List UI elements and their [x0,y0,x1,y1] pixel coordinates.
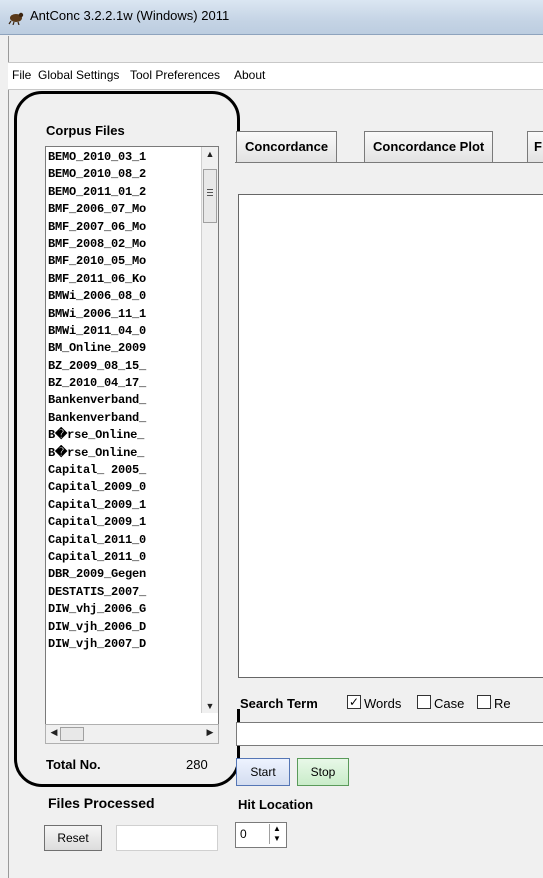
search-term-input[interactable] [236,722,543,746]
hit-location-spinner[interactable]: 0 ▲ ▼ [235,822,287,848]
start-button[interactable]: Start [236,758,290,786]
concordance-results-pane[interactable] [238,194,543,678]
regex-checkbox[interactable] [477,695,491,709]
annotation-highlight-frame [14,91,240,787]
spinner-arrows-icon[interactable]: ▲ ▼ [269,824,284,844]
regex-checkbox-label: Re [494,696,511,711]
hit-location-label: Hit Location [238,797,314,812]
reset-button[interactable]: Reset [44,825,102,851]
hit-location-value: 0 [240,827,247,841]
words-checkbox-label: Words [364,696,402,711]
words-checkbox[interactable]: ✓ [347,695,361,709]
menu-file[interactable]: File [12,68,31,82]
stop-button[interactable]: Stop [297,758,349,786]
files-processed-label: Files Processed [48,795,155,811]
search-term-label: Search Term [240,696,318,711]
files-processed-field [116,825,218,851]
antconc-app-icon [8,12,24,25]
tab-file-view[interactable]: F [527,131,543,162]
menu-global-settings[interactable]: Global Settings [38,68,119,82]
menu-bar: File Global Settings Tool Preferences Ab… [8,62,543,90]
window-title: AntConc 3.2.2.1w (Windows) 2011 [30,8,230,23]
title-bar: AntConc 3.2.2.1w (Windows) 2011 [0,0,543,35]
menu-tool-preferences[interactable]: Tool Preferences [130,68,220,82]
tab-concordance-plot[interactable]: Concordance Plot [364,131,494,162]
case-checkbox-label: Case [434,696,465,711]
app-window: AntConc 3.2.2.1w (Windows) 2011 File Glo… [0,0,543,878]
tab-concordance[interactable]: Concordance [236,131,338,162]
menu-about[interactable]: About [234,68,265,82]
case-checkbox[interactable] [417,695,431,709]
